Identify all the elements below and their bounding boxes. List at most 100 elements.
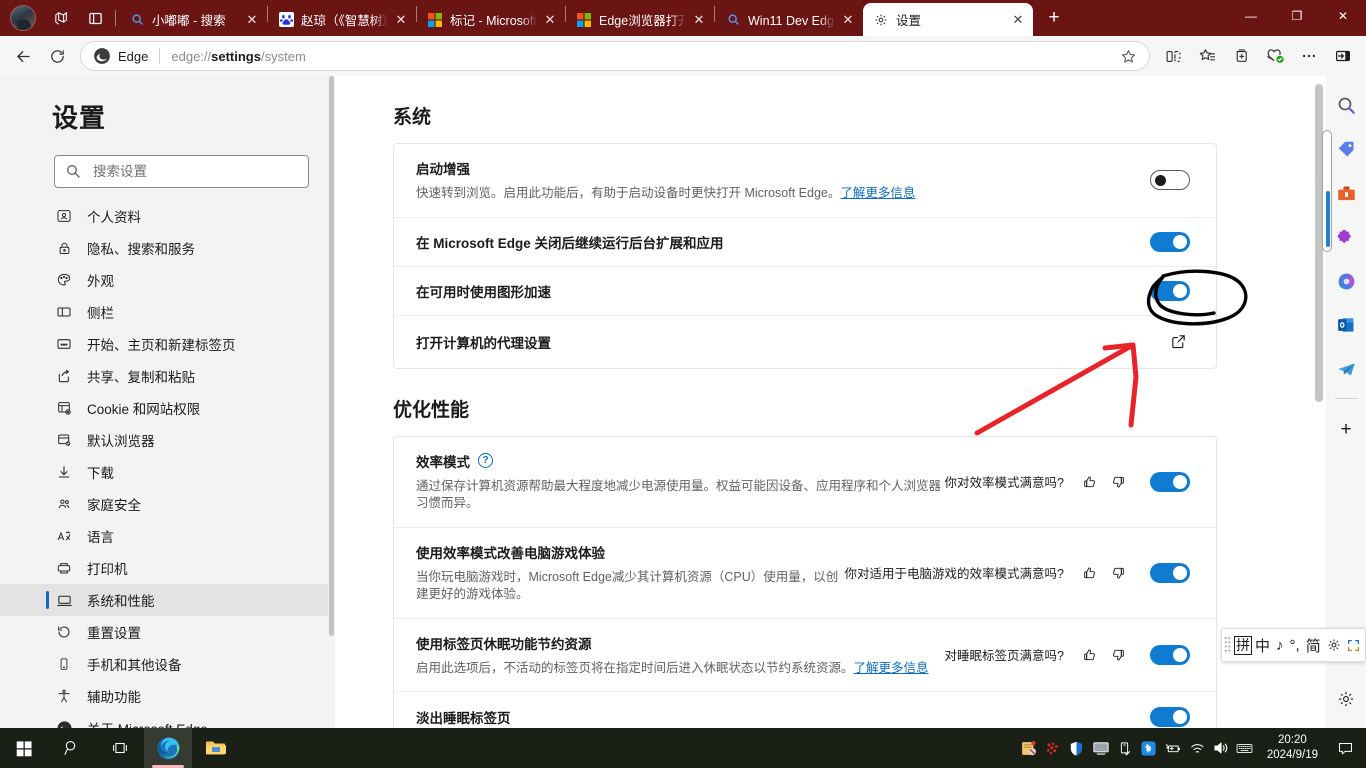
outlook-icon[interactable] [1331,310,1361,340]
sidebar-scrollbar-thumb[interactable] [329,76,334,636]
sidebar-item-sidebar[interactable]: 侧栏 [0,296,335,328]
tab-item-active[interactable]: 设置 ✕ [863,3,1033,36]
task-view-icon[interactable] [96,728,144,768]
notification-icon[interactable] [1328,728,1362,768]
refresh-icon[interactable] [40,41,74,71]
display-icon[interactable] [1089,728,1113,768]
help-icon[interactable]: ? [478,453,493,468]
external-link-icon[interactable] [1166,330,1190,354]
efficiency-mode-toggle[interactable] [1150,471,1190,492]
star-icon[interactable] [1113,43,1143,69]
sidebar-item-accessibility[interactable]: 辅助功能 [0,680,335,712]
tab-item[interactable]: 小嘟嘟 - 搜索 ✕ [119,3,267,36]
windows-start-icon[interactable] [0,728,48,768]
ime-shape-button[interactable]: ♪ [1273,637,1287,654]
wifi-icon[interactable] [1185,728,1209,768]
split-screen-icon[interactable] [1156,41,1190,71]
maximize-button[interactable]: ❐ [1274,0,1320,32]
tab-item[interactable]: 赵琼（《智慧树》栏 ✕ [268,3,416,36]
page-vertical-scrollbar[interactable] [1322,130,1332,252]
sidebar-item-about-edge[interactable]: 关于 Microsoft Edge [0,712,335,728]
ime-language-button[interactable]: 中 [1252,635,1273,656]
close-icon[interactable]: ✕ [688,9,710,31]
sidebar-item-profile[interactable]: 个人资料 [0,200,335,232]
favorites-icon[interactable] [1190,41,1224,71]
sidebar-item-family-safety[interactable]: 家庭安全 [0,488,335,520]
usb-icon[interactable] [1113,728,1137,768]
tools-icon[interactable] [1331,178,1361,208]
sidebar-item-appearance[interactable]: 外观 [0,264,335,296]
taskbar-clock[interactable]: 20:20 2024/9/19 [1257,733,1328,763]
workspaces-icon[interactable] [44,3,78,33]
setting-row-proxy-settings[interactable]: 打开计算机的代理设置 [394,316,1216,368]
shopping-tag-icon[interactable] [1331,134,1361,164]
sidebar-item-downloads[interactable]: 下载 [0,456,335,488]
background-apps-toggle[interactable] [1150,231,1190,252]
fade-sleeping-tabs-toggle[interactable] [1150,706,1190,727]
tab-item[interactable]: Edge浏览器打开网页 ✕ [566,3,714,36]
thumbs-up-icon[interactable] [1076,561,1104,585]
ime-simplified-button[interactable]: 简 [1303,635,1324,656]
sidebar-item-printers[interactable]: 打印机 [0,552,335,584]
learn-more-link[interactable]: 了解更多信息 [840,186,915,200]
close-icon[interactable]: ✕ [539,9,561,31]
taskbar-app-edge[interactable] [144,728,192,768]
sidebar-item-system[interactable]: 系统和性能 [0,584,335,616]
add-sidebar-app-button[interactable]: + [1331,415,1361,445]
more-options-icon[interactable] [1292,41,1326,71]
sidebar-scrollbar[interactable] [328,76,335,728]
keyboard-icon[interactable] [1233,728,1257,768]
learn-more-link[interactable]: 了解更多信息 [854,661,929,675]
ime-drag-handle[interactable] [1224,636,1231,654]
sidebar-item-privacy[interactable]: 隐私、搜索和服务 [0,232,335,264]
thumbs-down-icon[interactable] [1104,561,1132,585]
extensions-puzzle-icon[interactable] [1331,222,1361,252]
sidebar-item-share[interactable]: 共享、复制和粘贴 [0,360,335,392]
gaming-efficiency-toggle[interactable] [1150,562,1190,583]
close-icon[interactable]: ✕ [241,9,263,31]
sidebar-settings-gear-icon[interactable] [1331,684,1361,714]
thumbs-up-icon[interactable] [1076,470,1104,494]
thumbs-up-icon[interactable] [1076,643,1104,667]
tab-actions-icon[interactable] [78,3,112,33]
address-bar[interactable]: Edge edge://settings/system [80,41,1150,71]
new-tab-button[interactable]: + [1037,3,1071,33]
telegram-icon[interactable] [1331,354,1361,384]
sleeping-tabs-toggle[interactable] [1150,644,1190,665]
volume-icon[interactable] [1209,728,1233,768]
red-dots-icon[interactable] [1041,728,1065,768]
minimize-button[interactable]: — [1228,0,1274,32]
browser-essentials-icon[interactable] [1258,41,1292,71]
security-shield-icon[interactable] [1065,728,1089,768]
sidebar-item-reset-settings[interactable]: 重置设置 [0,616,335,648]
sidebar-item-start-home[interactable]: 开始、主页和新建标签页 [0,328,335,360]
sidebar-item-default-browser[interactable]: 默认浏览器 [0,424,335,456]
back-arrow-icon[interactable] [6,41,40,71]
collections-icon[interactable] [1224,41,1258,71]
sidebar-item-cookies[interactable]: Cookie 和网站权限 [0,392,335,424]
tab-item[interactable]: 标记 - Microsoft Q& ✕ [417,3,565,36]
note-app-icon[interactable] [1017,728,1041,768]
ime-toolbar[interactable]: 拼 中 ♪ °, 简 [1221,628,1366,662]
ime-mode-button[interactable]: 拼 [1234,635,1252,655]
tab-item[interactable]: Win11 Dev Edge浏览 ✕ [715,3,863,36]
close-window-button[interactable]: ✕ [1320,0,1366,32]
avatar[interactable] [10,5,36,31]
ime-expand-icon[interactable] [1344,639,1363,652]
close-icon[interactable]: ✕ [390,9,412,31]
battery-icon[interactable] [1161,728,1185,768]
sidebar-toggle-icon[interactable] [1326,41,1360,71]
bluetooth-icon[interactable] [1137,728,1161,768]
startup-boost-toggle[interactable] [1150,170,1190,191]
sidebar-item-languages[interactable]: 语言 [0,520,335,552]
page-scroll-thumb[interactable] [1326,191,1330,247]
close-icon[interactable]: ✕ [1007,9,1029,31]
hardware-acceleration-toggle[interactable] [1150,280,1190,301]
taskbar-search-icon[interactable] [48,728,96,768]
sidebar-item-phone-devices[interactable]: 手机和其他设备 [0,648,335,680]
thumbs-down-icon[interactable] [1104,643,1132,667]
search-box[interactable] [54,155,309,188]
taskbar-app-file-explorer[interactable] [192,728,240,768]
thumbs-down-icon[interactable] [1104,470,1132,494]
search-icon[interactable] [1331,90,1361,120]
